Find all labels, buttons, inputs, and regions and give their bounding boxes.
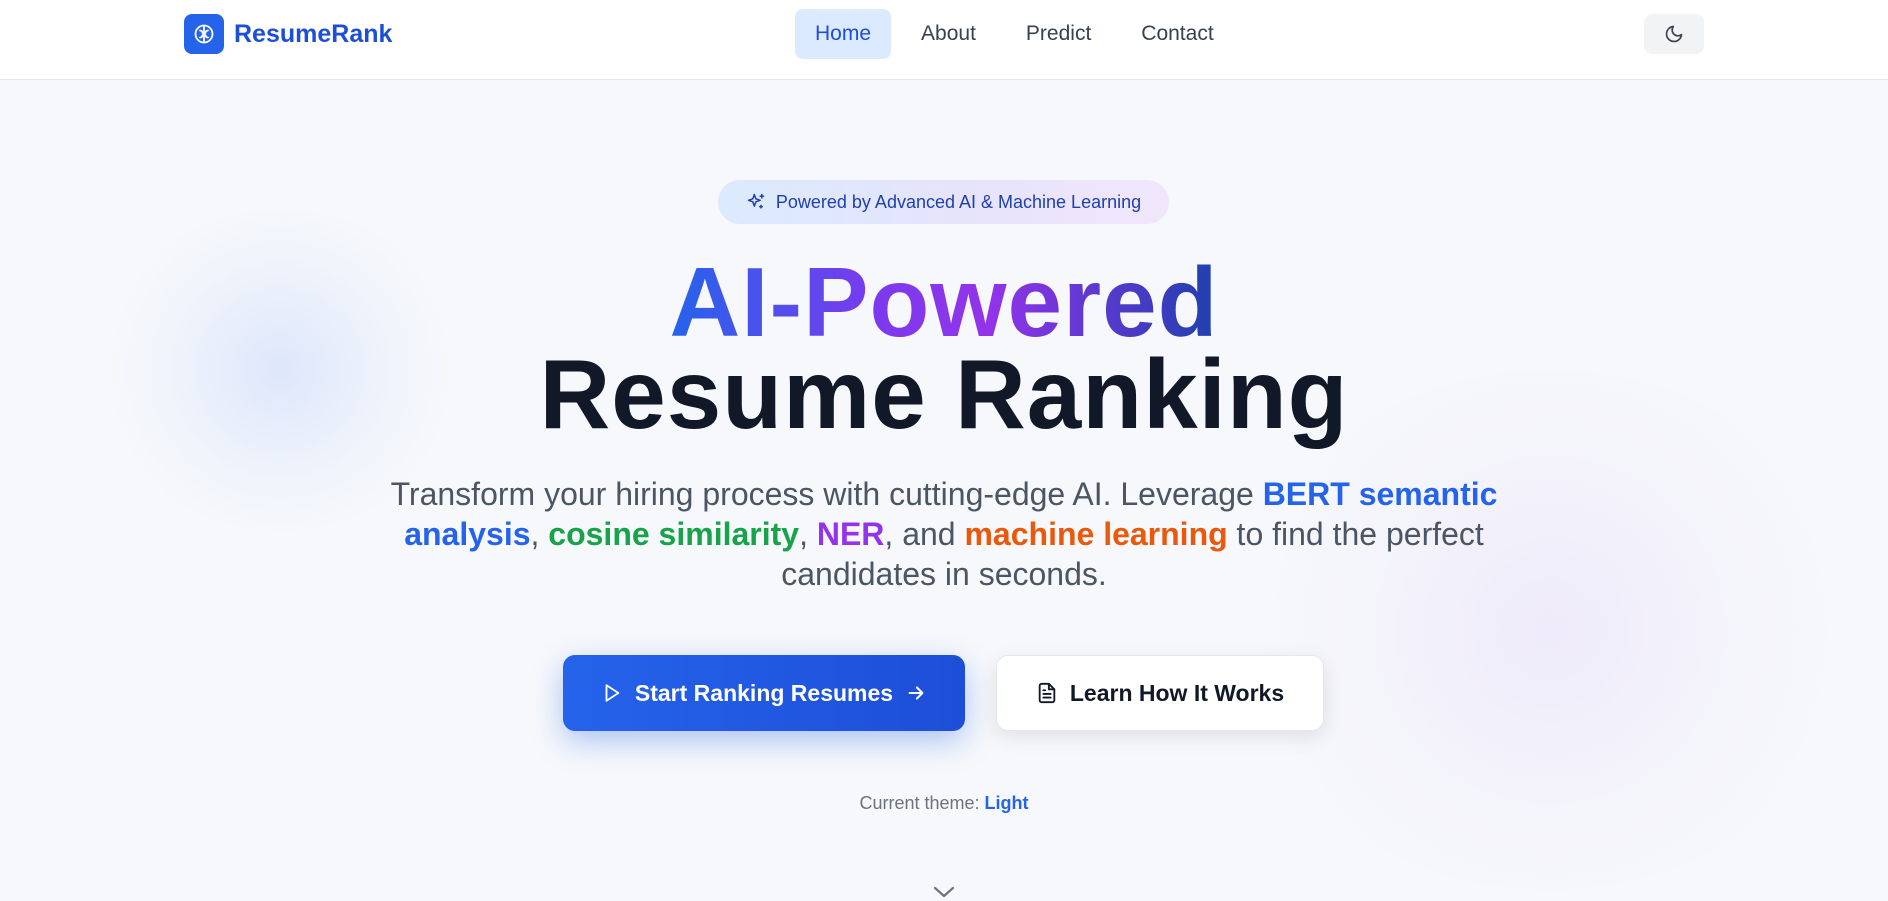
hero-badge-text: Powered by Advanced AI & Machine Learnin… [775,191,1142,212]
current-theme-indicator: Current theme: Light [0,793,1888,814]
highlight-ner: NER [816,516,885,552]
subtitle-separator: , and [884,516,965,552]
start-ranking-label: Start Ranking Resumes [634,679,894,706]
navbar: ResumeRank Home About Predict Contact [0,0,1888,80]
current-theme-label: Current theme: [859,793,985,813]
highlight-cosine: cosine similarity [548,516,800,552]
hero-title-line2: Resume Ranking [539,339,1349,449]
brain-icon [184,14,224,54]
start-ranking-button[interactable]: Start Ranking Resumes [563,655,965,731]
moon-icon [1665,25,1683,43]
subtitle-separator: , [530,516,549,552]
learn-how-button[interactable]: Learn How It Works [996,655,1324,731]
brand-name: ResumeRank [234,19,393,48]
nav-link-predict[interactable]: Predict [1006,9,1111,59]
document-icon [1038,682,1056,704]
play-icon [605,684,620,702]
hero-badge: Powered by Advanced AI & Machine Learnin… [718,180,1169,224]
nav-link-home[interactable]: Home [795,9,892,59]
subtitle-separator: , [799,516,817,552]
current-theme-value: Light [984,793,1029,813]
arrow-right-icon [908,686,924,700]
theme-toggle-button[interactable] [1644,14,1704,54]
hero-subtitle: Transform your hiring process with cutti… [380,474,1508,594]
hero-title-line1: AI-Powered [0,252,1888,352]
main-nav: Home About Predict Contact [795,9,1234,59]
chevron-down-icon[interactable] [930,884,958,900]
brand-logo-link[interactable]: ResumeRank [184,14,392,54]
nav-link-about[interactable]: About [901,9,996,59]
sparkles-icon [747,193,765,209]
nav-link-contact[interactable]: Contact [1121,9,1233,59]
highlight-ml: machine learning [964,516,1228,552]
learn-how-label: Learn How It Works [1069,679,1285,706]
subtitle-text: Transform your hiring process with cutti… [390,476,1263,512]
